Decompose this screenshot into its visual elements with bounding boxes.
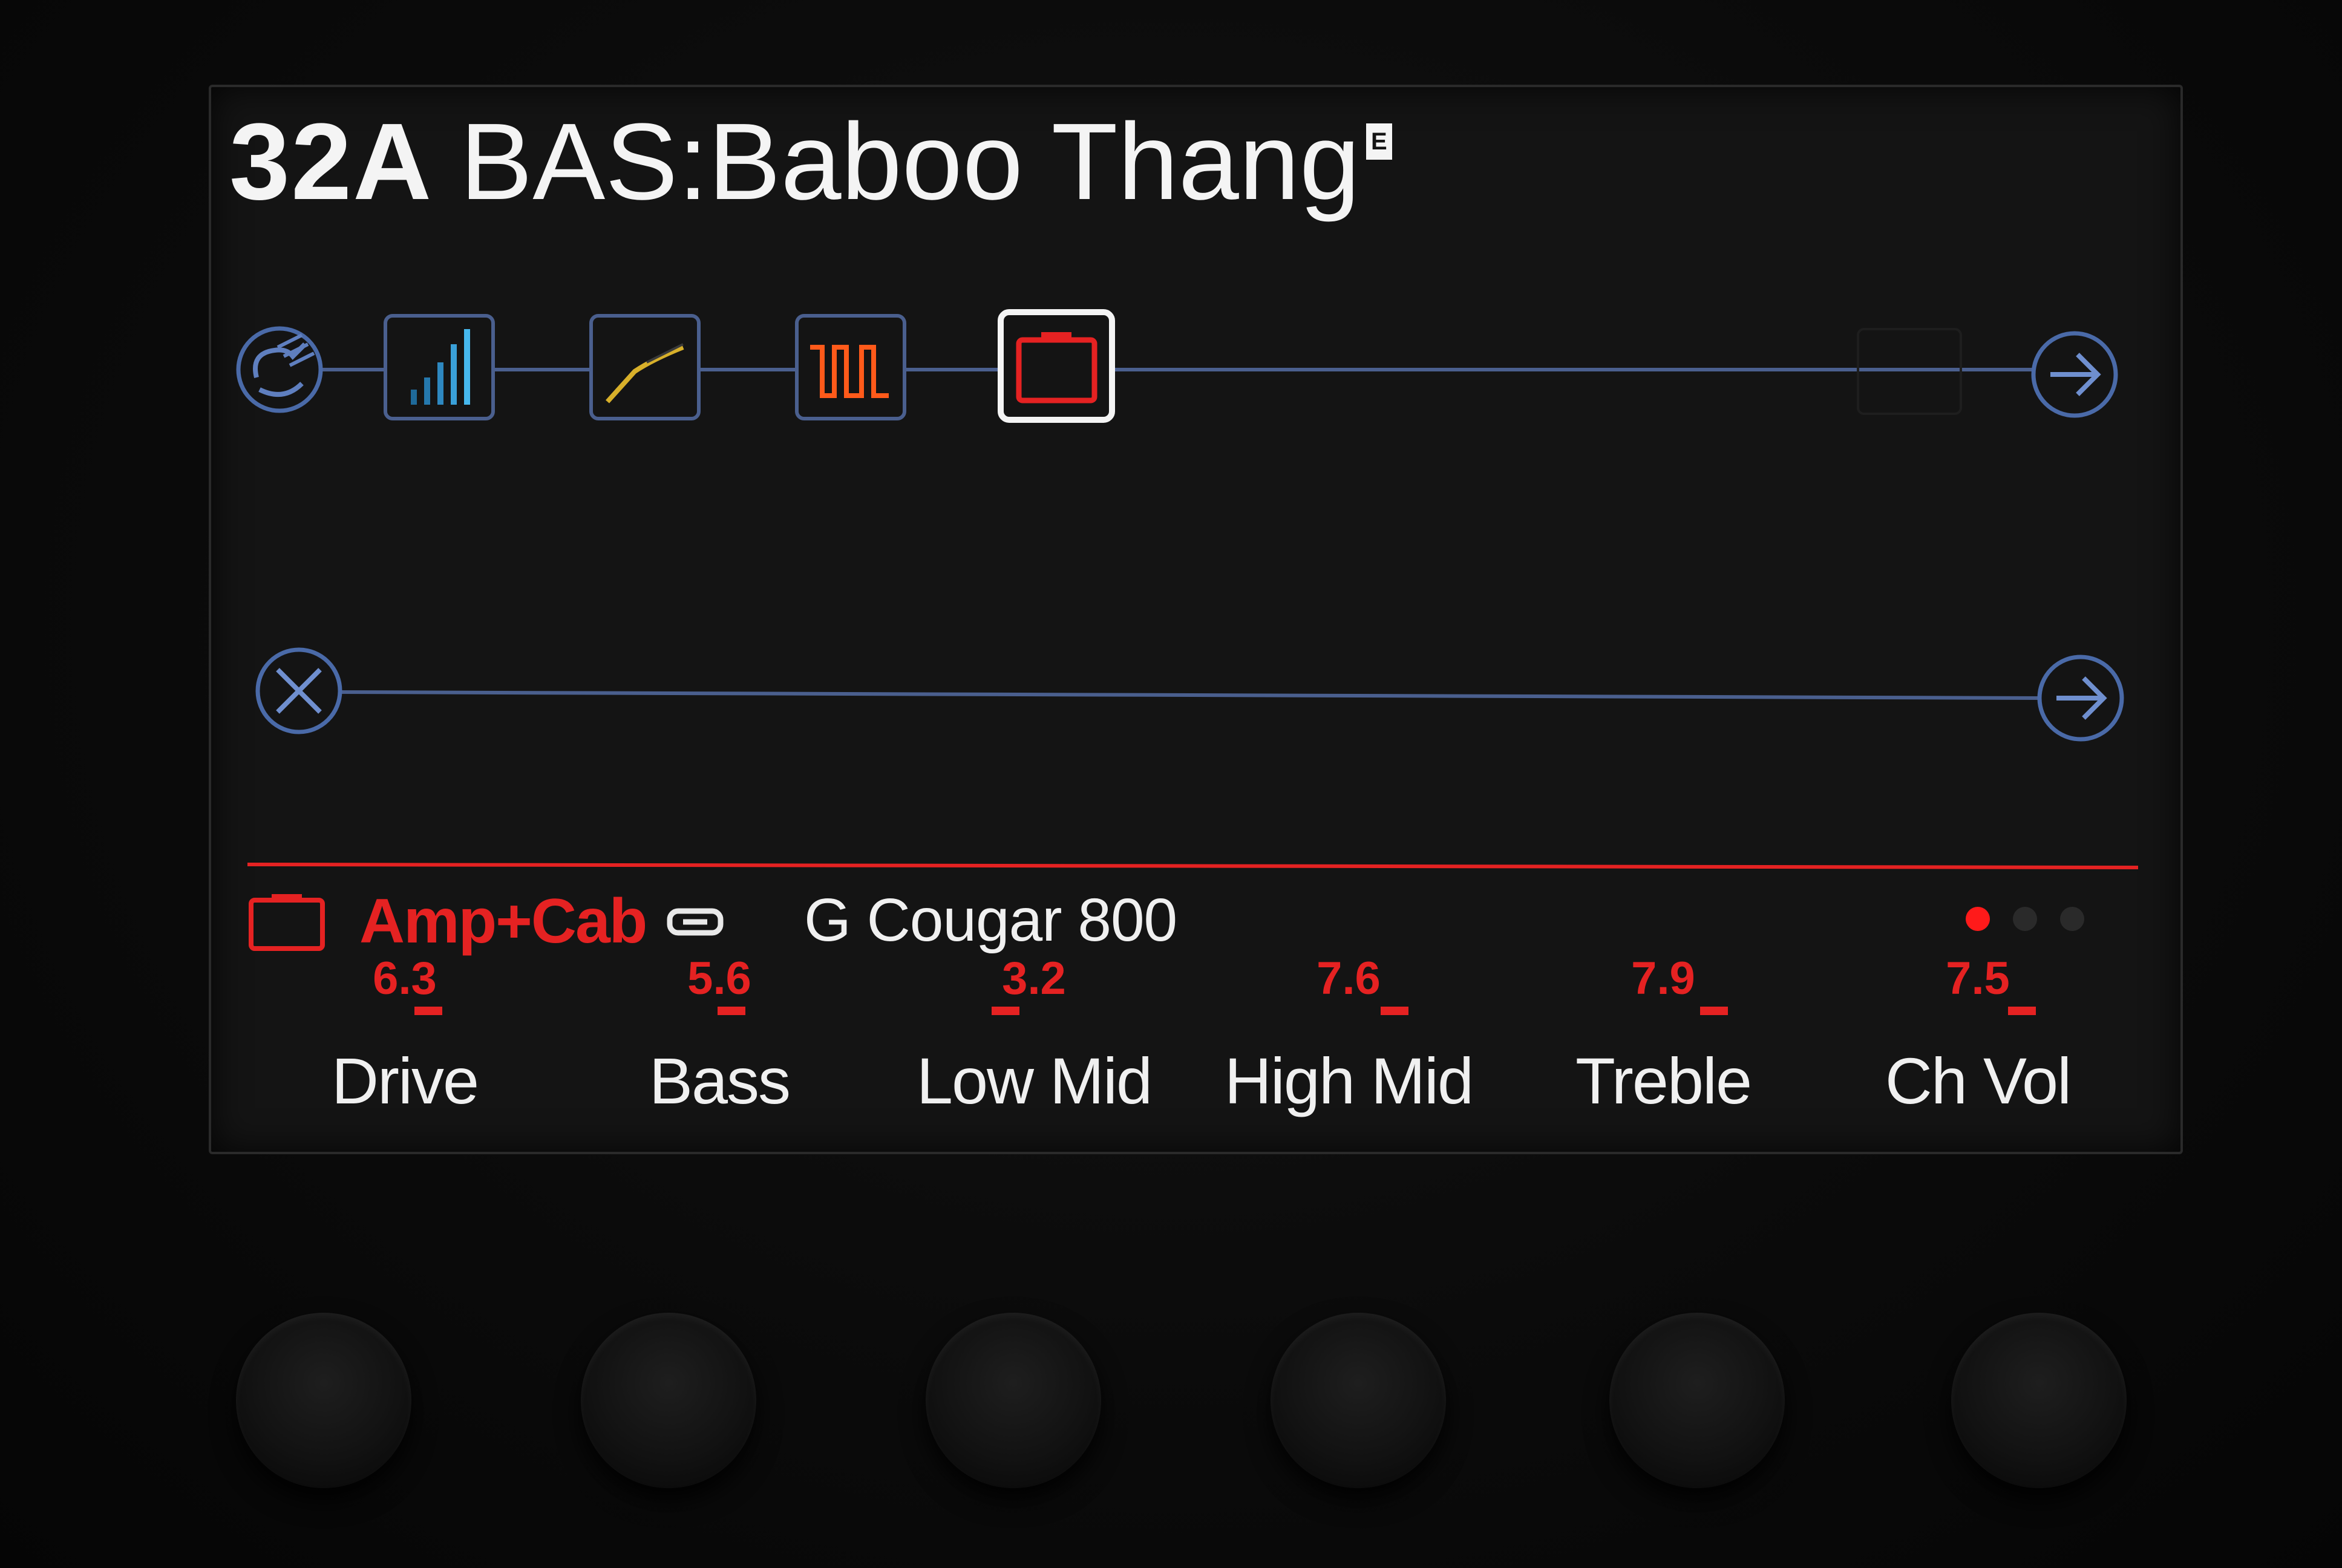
param-value: 6.3 xyxy=(373,953,437,1004)
page-indicator xyxy=(1966,907,2084,931)
param-high-mid[interactable]: 7.6 High Mid xyxy=(1215,952,1482,1122)
page-dot xyxy=(2060,907,2084,931)
param-ch-vol[interactable]: 7.5 Ch Vol xyxy=(1845,952,2111,1122)
param-value: 3.2 xyxy=(1002,953,1066,1004)
link-icon[interactable] xyxy=(665,898,725,946)
param-label: Bass xyxy=(649,1044,791,1117)
knob-1[interactable] xyxy=(236,1313,411,1488)
path2-line xyxy=(332,690,2045,700)
page-dot xyxy=(1966,907,1990,931)
param-drive[interactable]: 6.3 Drive xyxy=(272,952,538,1122)
param-value: 5.6 xyxy=(687,953,751,1004)
param-value: 7.6 xyxy=(1317,953,1381,1004)
param-treble[interactable]: 7.9 Treble xyxy=(1530,952,1796,1122)
arrow-out-icon[interactable] xyxy=(2031,331,2118,418)
bar-graph-eq-icon[interactable] xyxy=(384,314,495,420)
param-label: Ch Vol xyxy=(1885,1044,2072,1117)
model-bar: Amp+Cab G Cougar 800 xyxy=(211,874,2180,964)
page-dot xyxy=(2013,907,2037,931)
param-level-indicator xyxy=(991,1007,1019,1015)
param-label: Treble xyxy=(1575,1044,1752,1117)
param-level-indicator xyxy=(2008,1007,2036,1015)
amp-icon xyxy=(249,894,325,951)
arrow-out-icon[interactable] xyxy=(2037,655,2124,742)
model-name[interactable]: G Cougar 800 xyxy=(804,886,1177,955)
x-circle-icon[interactable] xyxy=(255,647,342,734)
knob-3[interactable] xyxy=(926,1313,1101,1488)
lcd-screen: 32A BAS:Baboo Thang E Amp+Cab G Cougar 8… xyxy=(209,85,2183,1154)
red-divider xyxy=(247,863,2139,869)
knob-5[interactable] xyxy=(1609,1313,1785,1488)
param-level-indicator xyxy=(414,1007,443,1015)
param-label: High Mid xyxy=(1224,1044,1474,1117)
param-level-indicator xyxy=(1700,1007,1729,1015)
category-label[interactable]: Amp+Cab xyxy=(359,886,647,958)
param-bass[interactable]: 5.6 Bass xyxy=(586,952,852,1122)
param-level-indicator xyxy=(717,1007,745,1015)
square-wave-icon[interactable] xyxy=(795,314,906,420)
ramp-line-icon[interactable] xyxy=(589,314,701,420)
amp-icon[interactable] xyxy=(998,309,1115,423)
param-level-indicator xyxy=(1380,1007,1408,1015)
knob-4[interactable] xyxy=(1271,1313,1446,1488)
param-value: 7.5 xyxy=(1946,953,2010,1004)
knob-2[interactable] xyxy=(581,1313,756,1488)
param-label: Drive xyxy=(331,1044,479,1117)
param-low-mid[interactable]: 3.2 Low Mid xyxy=(901,952,1167,1122)
param-value: 7.9 xyxy=(1631,953,1695,1004)
param-label: Low Mid xyxy=(916,1044,1153,1117)
knob-6[interactable] xyxy=(1951,1313,2127,1488)
guitar-input-icon[interactable] xyxy=(236,326,323,413)
